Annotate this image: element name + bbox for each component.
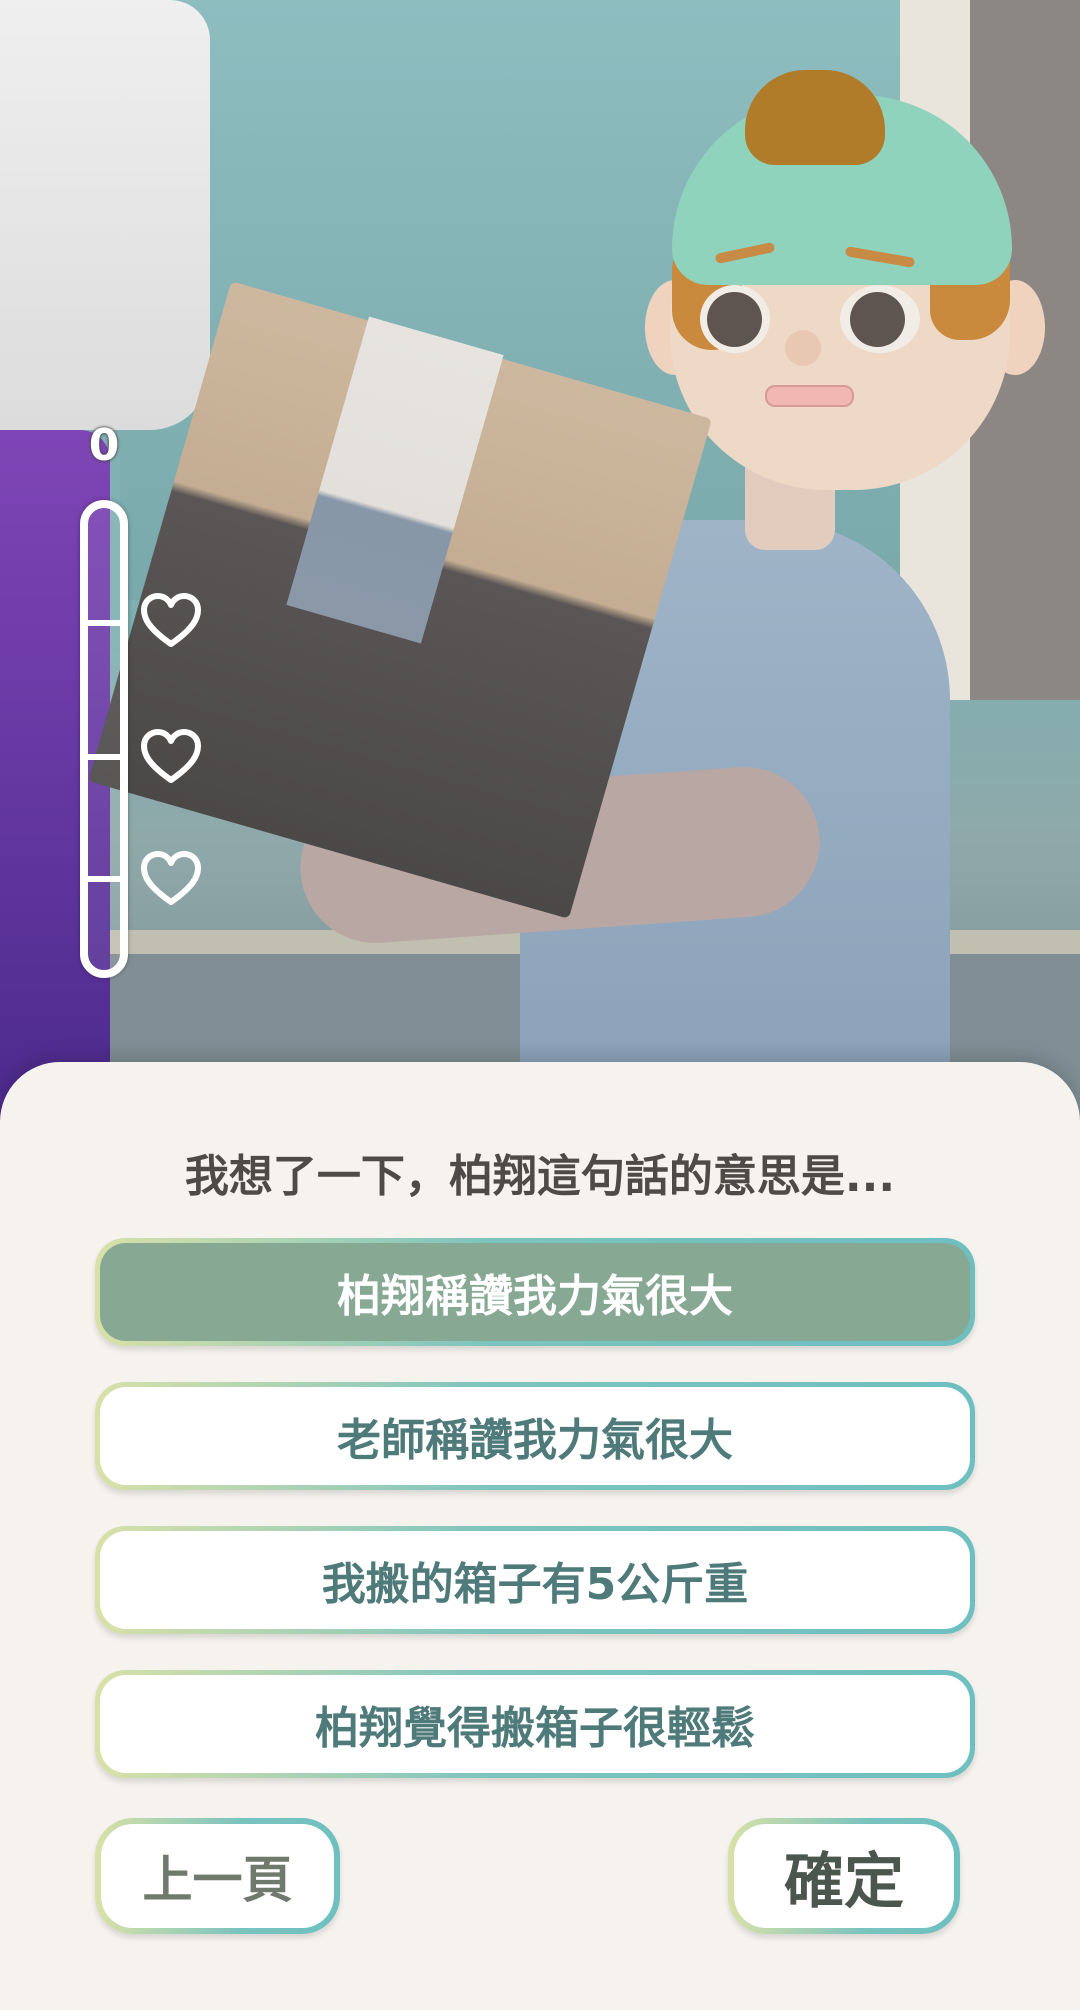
confirm-button[interactable]: 確定 xyxy=(728,1818,960,1934)
boy-left-pupil xyxy=(707,292,762,347)
answer-option-label: 柏翔覺得搬箱子很輕鬆 xyxy=(100,1675,970,1773)
game-scene xyxy=(0,0,1080,1120)
boy-mouth xyxy=(765,385,854,407)
answer-option-1[interactable]: 柏翔稱讚我力氣很大 xyxy=(95,1238,975,1346)
confirm-label: 確定 xyxy=(734,1824,954,1928)
heart-outline-icon xyxy=(140,850,202,908)
heart-outline-icon xyxy=(140,728,202,786)
previous-page-button[interactable]: 上一頁 xyxy=(95,1818,340,1934)
answer-option-label: 我搬的箱子有5公斤重 xyxy=(100,1531,970,1629)
heart-meter-value: 0 xyxy=(88,420,120,471)
boy-right-pupil xyxy=(850,292,905,347)
boy-hair-tuft xyxy=(745,70,885,165)
answer-option-3[interactable]: 我搬的箱子有5公斤重 xyxy=(95,1526,975,1634)
previous-page-label: 上一頁 xyxy=(101,1824,334,1928)
teacher-shirt xyxy=(0,0,210,430)
answer-option-label: 老師稱讚我力氣很大 xyxy=(100,1387,970,1485)
heart-meter-tick xyxy=(88,754,120,760)
heart-meter-bar xyxy=(80,500,128,978)
boy-nose xyxy=(785,330,821,366)
answer-option-2[interactable]: 老師稱讚我力氣很大 xyxy=(95,1382,975,1490)
answer-option-4[interactable]: 柏翔覺得搬箱子很輕鬆 xyxy=(95,1670,975,1778)
heart-outline-icon xyxy=(140,592,202,650)
heart-meter-tick xyxy=(88,620,120,626)
question-text: 我想了一下，柏翔這句話的意思是... xyxy=(184,1151,896,1202)
heart-meter-tick xyxy=(88,876,120,882)
answer-option-label: 柏翔稱讚我力氣很大 xyxy=(100,1243,970,1341)
